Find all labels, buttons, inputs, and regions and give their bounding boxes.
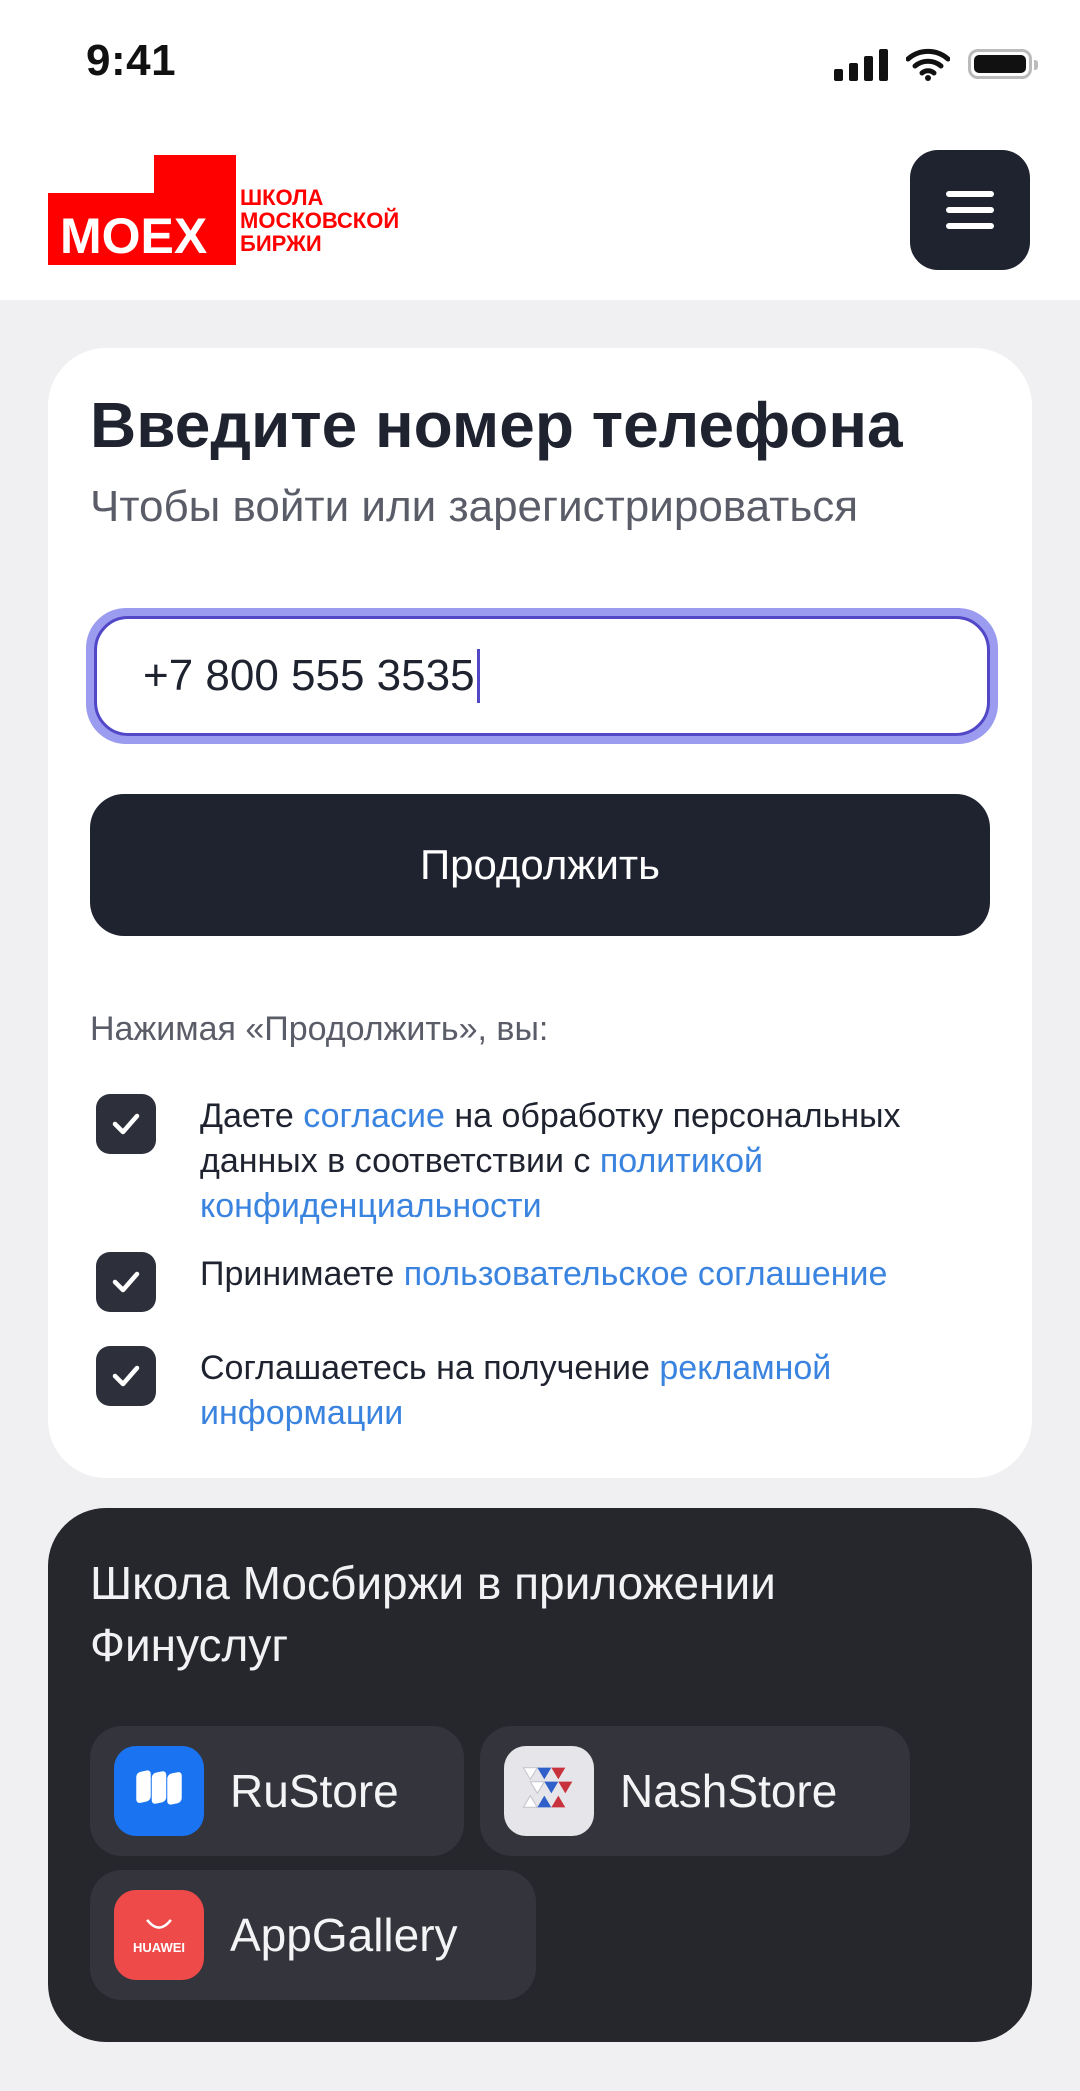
- nashstore-button[interactable]: NashStore: [480, 1726, 910, 1856]
- consent-user-agreement: Принимаете пользовательское соглашение: [96, 1252, 976, 1312]
- user-agreement-link[interactable]: пользовательское соглашение: [404, 1255, 888, 1293]
- rustore-label: RuStore: [230, 1765, 399, 1817]
- consent-checkbox-2[interactable]: [96, 1252, 156, 1312]
- hamburger-icon-bar: [946, 223, 994, 229]
- appgallery-label: AppGallery: [230, 1909, 458, 1961]
- phone-input-focus-ring: +7 800 555 3535: [86, 608, 998, 744]
- checkmark-icon: [112, 1271, 140, 1293]
- huawei-icon-text: HUAWEI: [133, 1939, 185, 1955]
- page-subtitle: Чтобы войти или зарегистрироваться: [90, 482, 859, 531]
- consent-checkbox-3[interactable]: [96, 1346, 156, 1406]
- rustore-icon: [114, 1746, 204, 1836]
- hamburger-icon-bar: [946, 207, 994, 213]
- phone-input-value: +7 800 555 3535: [143, 651, 475, 700]
- consent-checkbox-1[interactable]: [96, 1094, 156, 1154]
- consent-text-2: Принимаете пользовательское соглашение: [200, 1252, 887, 1297]
- consent-advertising: Соглашаетесь на получение рекламной инфо…: [96, 1346, 976, 1436]
- appgallery-icon: HUAWEI: [114, 1890, 204, 1980]
- consent-text-1: Даете согласие на обработку персональных…: [200, 1094, 976, 1229]
- consent-1-pre: Даете: [200, 1097, 304, 1135]
- checkmark-icon: [112, 1113, 140, 1135]
- apps-title: Школа Мосбиржи в приложении Финуслуг: [90, 1557, 776, 1671]
- nashstore-label: NashStore: [620, 1765, 838, 1817]
- moex-school-logo[interactable]: MOEX ШКОЛА МОСКОВСКОЙ БИРЖИ: [48, 155, 428, 265]
- consent-intro: Нажимая «Продолжить», вы:: [90, 1010, 549, 1048]
- battery-icon: [968, 49, 1038, 79]
- hamburger-icon-bar: [946, 191, 994, 197]
- page-title: Введите номер телефона: [90, 389, 903, 461]
- rustore-button[interactable]: RuStore: [90, 1726, 464, 1856]
- status-time: 9:41: [86, 36, 177, 85]
- apps-card: Школа Мосбиржи в приложении Финуслуг RuS…: [48, 1508, 1032, 2042]
- consent-3-pre: Соглашаетесь на получение: [200, 1349, 660, 1387]
- logo-line-2: МОСКОВСКОЙ: [240, 208, 399, 233]
- checkmark-icon: [112, 1365, 140, 1387]
- nashstore-icon: [504, 1746, 594, 1836]
- phone-input[interactable]: +7 800 555 3535: [94, 616, 990, 736]
- menu-button[interactable]: [910, 150, 1030, 270]
- shopping-bag-handle-icon: [146, 1918, 172, 1929]
- appgallery-button[interactable]: HUAWEI AppGallery: [90, 1870, 536, 2000]
- logo-mark-text: MOEX: [60, 208, 207, 264]
- logo-line-3: БИРЖИ: [240, 231, 322, 256]
- text-caret: [476, 649, 480, 703]
- consent-link[interactable]: согласие: [303, 1097, 445, 1135]
- top-bar: 9:41 MOEX ШКОЛА МОСКОВСКОЙ БИРЖИ: [0, 0, 1080, 300]
- status-icons: [834, 44, 1038, 84]
- consent-text-3: Соглашаетесь на получение рекламной инфо…: [200, 1346, 976, 1436]
- logo-line-1: ШКОЛА: [240, 185, 324, 210]
- wifi-icon: [906, 48, 950, 81]
- login-card: Введите номер телефона Чтобы войти или з…: [48, 348, 1032, 1478]
- continue-button[interactable]: Продолжить: [90, 794, 990, 936]
- cellular-signal-icon: [834, 47, 888, 81]
- consent-2-pre: Принимаете: [200, 1255, 404, 1293]
- consent-personal-data: Даете согласие на обработку персональных…: [96, 1094, 976, 1229]
